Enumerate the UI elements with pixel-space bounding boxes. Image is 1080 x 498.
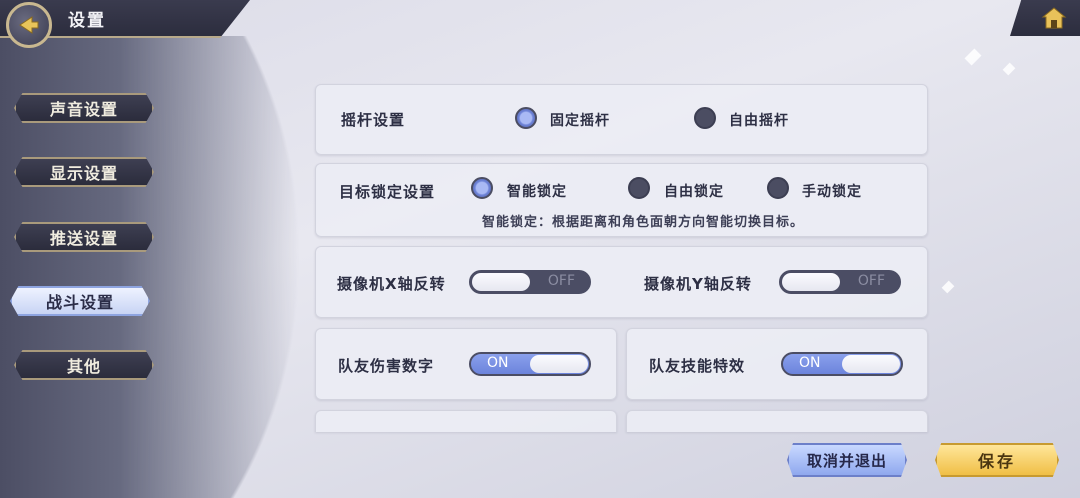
toggle-knob	[530, 355, 588, 373]
radio-free-lock-label: 自由锁定	[664, 184, 724, 200]
sidebar-item-other[interactable]: 其他	[14, 350, 154, 380]
teammate-skill-toggle[interactable]: ON	[781, 352, 903, 376]
sparkle-decoration	[941, 280, 955, 294]
sidebar-item-display[interactable]: 显示设置	[14, 157, 154, 187]
teammate-damage-label: 队友伤害数字	[338, 357, 435, 375]
page-title: 设置	[68, 11, 106, 31]
radio-free-joystick-label: 自由摇杆	[729, 113, 789, 129]
camera-x-label: 摄像机X轴反转	[337, 275, 446, 293]
cancel-exit-button[interactable]: 取消并退出	[787, 443, 907, 477]
home-icon	[1041, 7, 1067, 29]
save-button[interactable]: 保存	[935, 443, 1059, 477]
sidebar-item-push[interactable]: 推送设置	[14, 222, 154, 252]
toggle-state: OFF	[857, 273, 885, 289]
toggle-state: ON	[799, 355, 821, 371]
camera-x-toggle[interactable]: OFF	[469, 270, 591, 294]
camera-y-label: 摄像机Y轴反转	[644, 275, 752, 293]
teammate-skill-label: 队友技能特效	[649, 357, 746, 375]
toggle-knob	[782, 273, 840, 291]
toggle-state: OFF	[547, 273, 575, 289]
setting-card-partial	[315, 410, 617, 432]
radio-fixed-joystick-label: 固定摇杆	[550, 113, 610, 129]
radio-fixed-joystick[interactable]	[515, 107, 537, 129]
back-button[interactable]	[6, 2, 52, 48]
radio-manual-lock[interactable]	[767, 177, 789, 199]
sidebar-item-sound[interactable]: 声音设置	[14, 93, 154, 123]
sparkle-decoration	[1002, 62, 1016, 76]
home-button[interactable]	[1040, 5, 1068, 31]
radio-smart-lock[interactable]	[471, 177, 493, 199]
sidebar-item-battle[interactable]: 战斗设置	[10, 286, 150, 316]
radio-free-joystick[interactable]	[694, 107, 716, 129]
teammate-damage-toggle[interactable]: ON	[469, 352, 591, 376]
joystick-settings-card	[315, 84, 928, 155]
target-lock-hint: 智能锁定：根据距离和角色面朝方向智能切换目标。	[482, 215, 805, 230]
toggle-state: ON	[487, 355, 509, 371]
camera-y-toggle[interactable]: OFF	[779, 270, 901, 294]
joystick-label: 摇杆设置	[341, 111, 406, 129]
radio-free-lock[interactable]	[628, 177, 650, 199]
toggle-knob	[842, 355, 900, 373]
sparkle-decoration	[964, 48, 982, 66]
toggle-knob	[472, 273, 530, 291]
radio-manual-lock-label: 手动锁定	[802, 184, 862, 200]
setting-card-partial	[626, 410, 928, 432]
radio-smart-lock-label: 智能锁定	[507, 184, 567, 200]
back-arrow-icon	[19, 16, 39, 34]
target-lock-label: 目标锁定设置	[339, 183, 436, 201]
